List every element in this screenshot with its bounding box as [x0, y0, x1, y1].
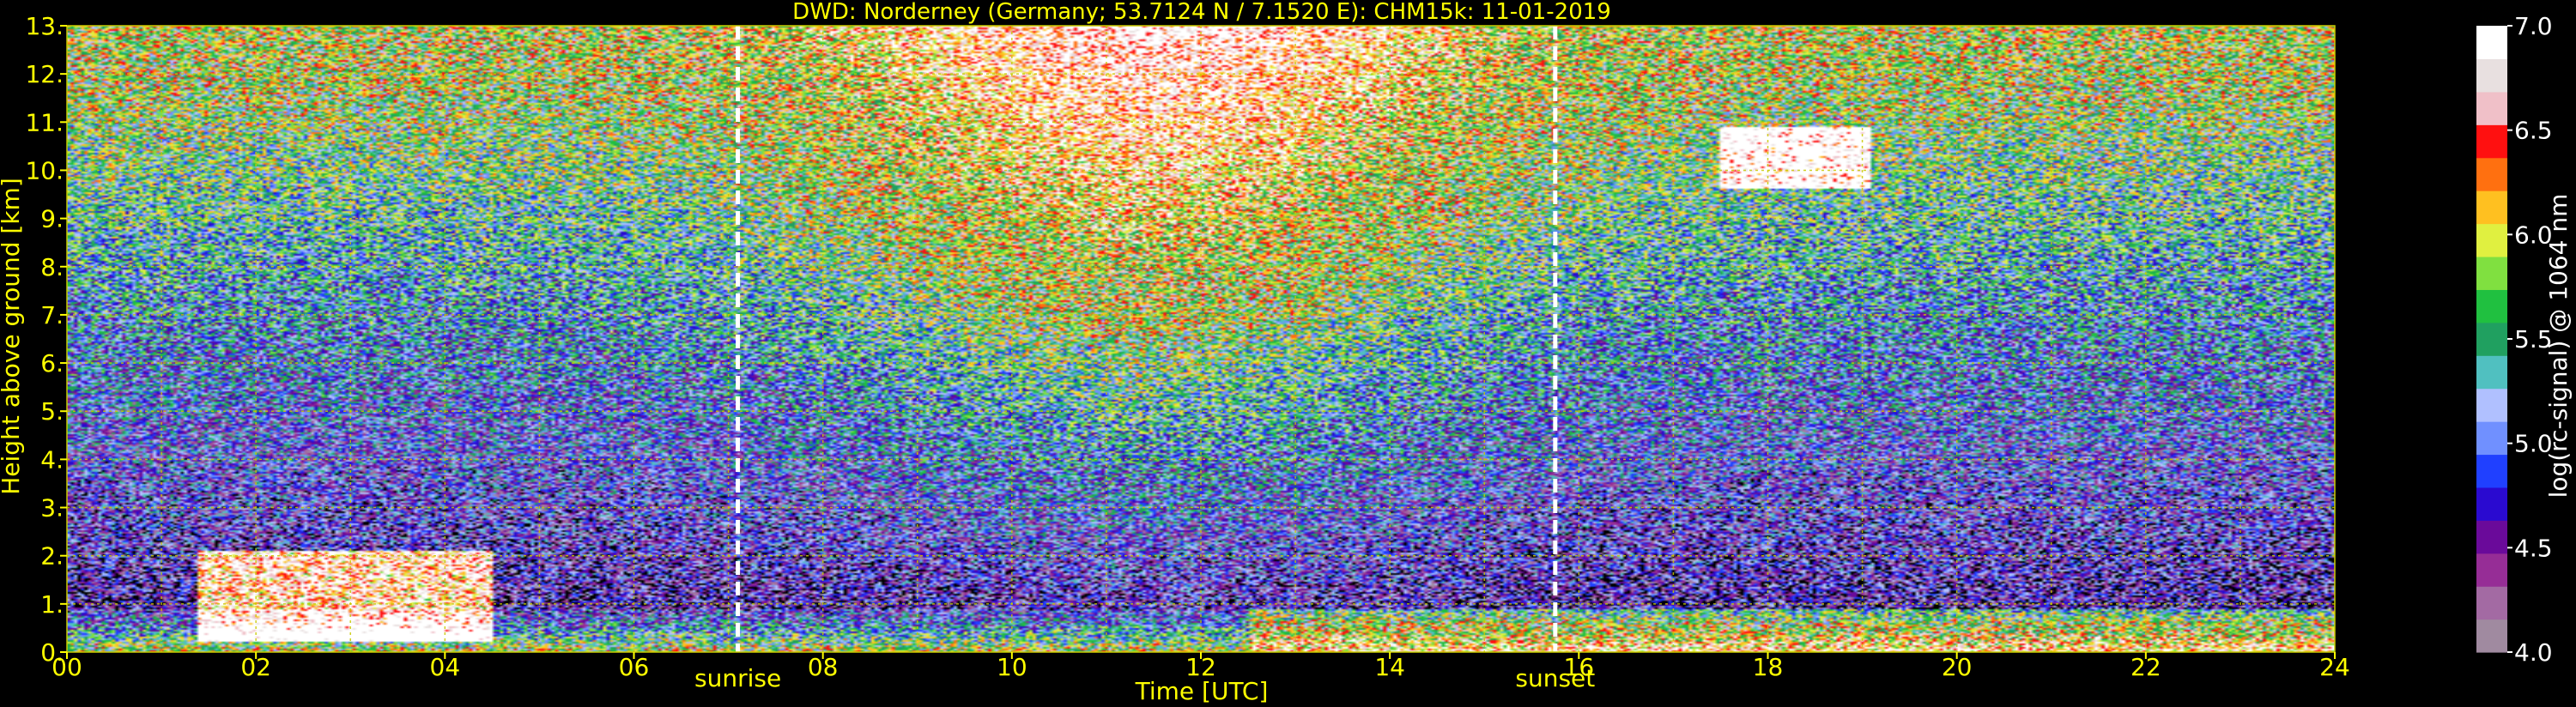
colorbar: 4.04.55.05.56.06.57.0 — [2476, 12, 2553, 667]
colorbar-segment — [2476, 388, 2507, 422]
x-tick-label: 10 — [997, 653, 1027, 681]
colorbar-tick-label: 4.5 — [2514, 534, 2553, 562]
colorbar-segment — [2476, 486, 2507, 521]
colorbar-segment — [2476, 157, 2507, 191]
colorbar-segment — [2476, 421, 2507, 456]
y-axis-label: Height above ground [km] — [0, 178, 25, 495]
ceilometer-chart: sunrise sunset 00 02 04 06 08 10 12 14 16 18 20 22 24… — [0, 0, 2573, 705]
x-tick-label: 08 — [808, 653, 839, 681]
colorbar-tick-label: 4.0 — [2514, 638, 2553, 667]
chart-title: DWD: Norderney (Germany; 53.7124 N / 7.1… — [792, 0, 1611, 25]
colorbar-segment — [2476, 91, 2507, 125]
colorbar-segment — [2476, 520, 2507, 554]
colorbar-label: log(rc-signal) @ 1064 nm — [2544, 194, 2573, 499]
colorbar-segment — [2476, 322, 2507, 356]
x-tick-label: 24 — [2319, 653, 2350, 681]
colorbar-segment — [2476, 586, 2507, 620]
colorbar-segment — [2476, 190, 2507, 225]
y-tick-label: 2. — [40, 542, 64, 571]
y-tick-label: 3. — [40, 494, 64, 523]
y-tick-label: 1. — [40, 590, 64, 619]
sunrise-label: sunrise — [694, 664, 781, 692]
colorbar-segment — [2476, 58, 2507, 93]
x-axis-label: Time [UTC] — [1135, 677, 1269, 705]
x-tick-label: 04 — [430, 653, 461, 681]
y-tick-label: 5. — [40, 397, 64, 426]
y-tick-label: 12. — [25, 60, 64, 88]
colorbar-tick-label: 6.5 — [2514, 117, 2553, 145]
y-tick-label: 4. — [40, 445, 64, 474]
colorbar-segment — [2476, 26, 2507, 60]
colorbar-segment — [2476, 355, 2507, 390]
x-tick-label: 18 — [1753, 653, 1784, 681]
y-tick-label: 11. — [25, 108, 64, 136]
x-tick-label: 22 — [2131, 653, 2161, 681]
y-tick-label: 9. — [40, 205, 64, 233]
y-tick-label: 8. — [40, 253, 64, 281]
colorbar-tick-label: 7.0 — [2514, 12, 2553, 40]
y-tick-label: 10. — [25, 156, 64, 184]
y-tick-label: 0. — [40, 638, 64, 667]
y-tick-label: 6. — [40, 349, 64, 378]
colorbar-segment — [2476, 289, 2507, 323]
y-tick-label: 7. — [40, 301, 64, 329]
x-tick-label: 14 — [1374, 653, 1405, 681]
colorbar-segment — [2476, 124, 2507, 159]
colorbar-segment — [2476, 553, 2507, 587]
colorbar-segment — [2476, 223, 2507, 257]
x-tick-label: 16 — [1564, 653, 1595, 681]
y-tick-label: 13. — [25, 12, 64, 40]
x-tick-label: 06 — [619, 653, 650, 681]
x-tick-label: 02 — [240, 653, 271, 681]
colorbar-segment — [2476, 256, 2507, 290]
colorbar-segment — [2476, 619, 2507, 653]
colorbar-segment — [2476, 454, 2507, 488]
x-tick-label: 20 — [1942, 653, 1973, 681]
